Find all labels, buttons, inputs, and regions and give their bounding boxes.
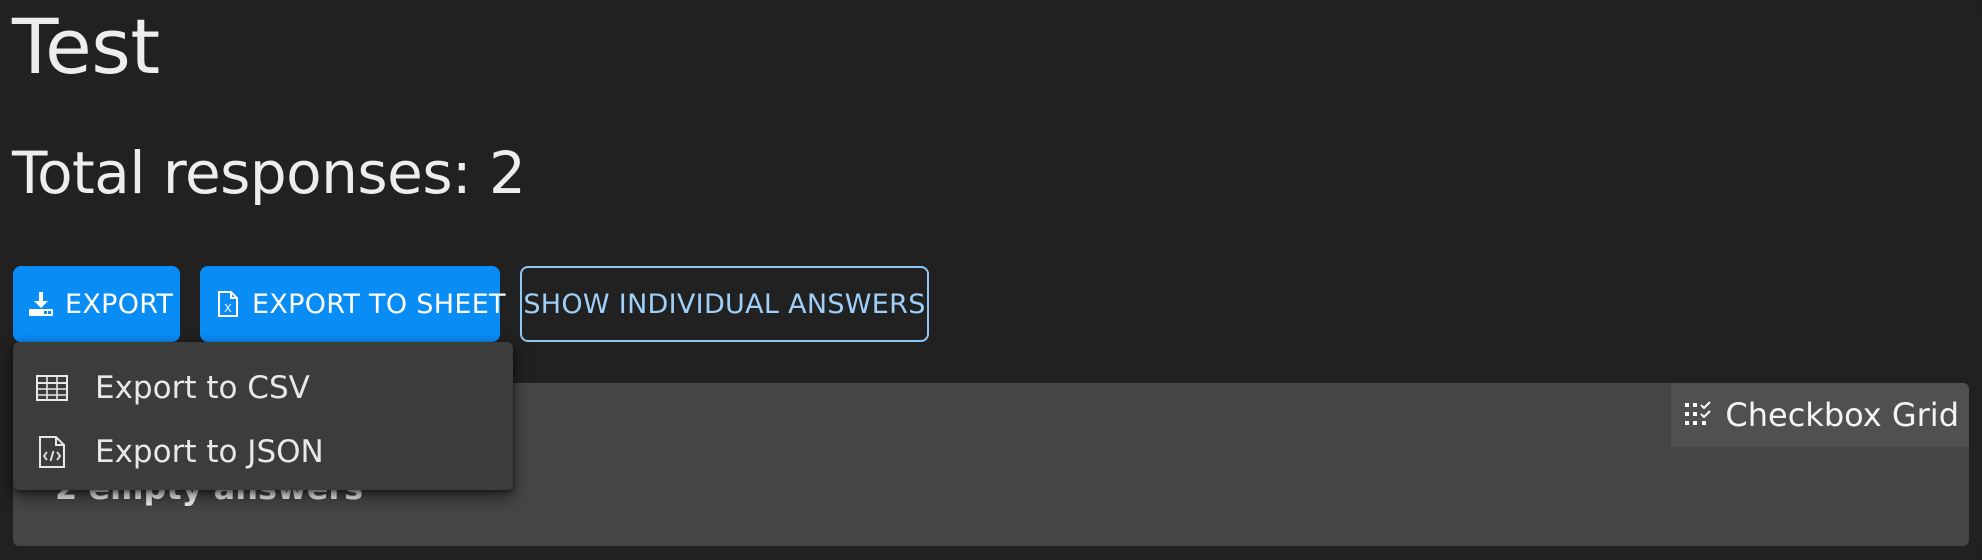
export-to-sheet-label: EXPORT TO SHEET (252, 288, 506, 320)
menu-item-label: Export to CSV (95, 370, 310, 406)
page-title: Test (12, 2, 160, 91)
menu-item-export-csv[interactable]: Export to CSV (13, 356, 513, 420)
question-type-label: Checkbox Grid (1725, 396, 1959, 434)
code-file-icon (35, 435, 69, 469)
export-to-sheet-button[interactable]: x EXPORT TO SHEET (200, 266, 506, 342)
show-individual-answers-button[interactable]: SHOW INDIVIDUAL ANSWERS (520, 266, 929, 342)
export-dropdown-menu: Export to CSV Export to JSON (13, 342, 513, 490)
svg-text:x: x (224, 302, 232, 315)
spreadsheet-file-icon: x (214, 290, 242, 318)
download-icon (27, 290, 55, 318)
export-button[interactable]: EXPORT (13, 266, 180, 342)
table-icon (35, 371, 69, 405)
export-button-label: EXPORT (65, 288, 174, 320)
show-individual-answers-label: SHOW INDIVIDUAL ANSWERS (523, 288, 926, 320)
total-responses: Total responses: 2 (12, 139, 526, 207)
checkbox-grid-icon (1683, 400, 1713, 430)
question-type-badge: Checkbox Grid (1671, 383, 1969, 447)
menu-item-export-json[interactable]: Export to JSON (13, 420, 513, 484)
menu-item-label: Export to JSON (95, 434, 324, 470)
results-page: Test Total responses: 2 EXPORT x EXPORT … (0, 0, 1982, 560)
